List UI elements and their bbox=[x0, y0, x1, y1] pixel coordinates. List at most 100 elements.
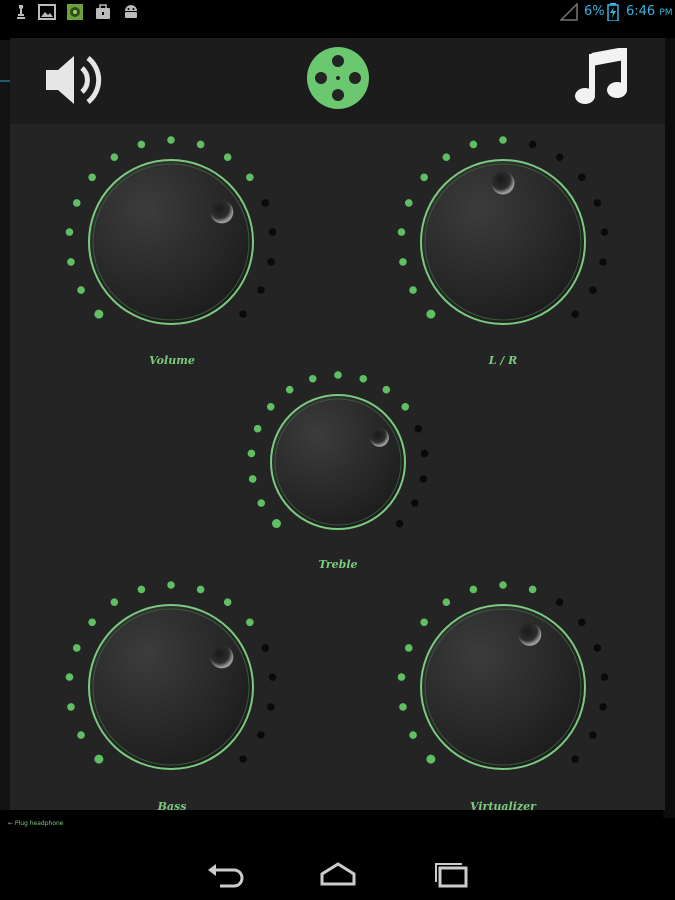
back-icon[interactable] bbox=[204, 858, 248, 890]
virtualizer-knob[interactable] bbox=[395, 579, 611, 795]
knob-pointer bbox=[518, 622, 542, 646]
led-dot bbox=[578, 173, 586, 182]
led-dot bbox=[257, 731, 265, 739]
briefcase-icon bbox=[96, 4, 110, 19]
led-dot bbox=[382, 385, 391, 394]
led-dot bbox=[267, 703, 275, 711]
led-dot bbox=[499, 581, 507, 589]
led-dot bbox=[167, 581, 175, 589]
speaker-icon[interactable] bbox=[44, 50, 110, 110]
led-dot bbox=[409, 286, 417, 294]
led-dot bbox=[65, 673, 74, 681]
equalizer-panel: Volume L / R Treble Bass Virtualizer bbox=[10, 38, 665, 813]
led-dot bbox=[77, 286, 85, 294]
led-dot bbox=[395, 519, 404, 528]
lr-balance-knob[interactable] bbox=[395, 134, 611, 350]
knob-pointer bbox=[210, 200, 234, 224]
led-dot bbox=[409, 731, 417, 739]
clock-time: 6:46 bbox=[626, 4, 656, 19]
led-dot bbox=[404, 199, 413, 207]
led-dot bbox=[65, 228, 74, 236]
led-dot bbox=[420, 449, 429, 458]
led-dot bbox=[285, 385, 294, 394]
led-dot bbox=[599, 258, 607, 266]
led-dot bbox=[257, 286, 265, 294]
led-dot bbox=[571, 755, 579, 763]
virtualizer-knob-graphic bbox=[397, 581, 609, 770]
panel-header bbox=[10, 38, 665, 124]
led-dot bbox=[499, 136, 507, 144]
led-dot bbox=[261, 644, 270, 652]
bass-knob-graphic bbox=[65, 581, 277, 770]
status-bar: 6% 6:46 PM bbox=[0, 0, 675, 24]
knob-body bbox=[270, 394, 406, 530]
led-dot bbox=[528, 140, 537, 149]
led-dot bbox=[397, 228, 406, 236]
knob-pointer bbox=[491, 171, 515, 195]
knob-pointer bbox=[370, 428, 389, 447]
led-dot bbox=[399, 703, 407, 711]
led-dot bbox=[599, 703, 607, 711]
led-dot bbox=[528, 585, 537, 594]
gallery-icon bbox=[38, 4, 56, 20]
led-dot bbox=[589, 731, 597, 739]
led-dot bbox=[334, 371, 342, 379]
knob-body bbox=[88, 604, 254, 770]
led-dot bbox=[419, 475, 428, 483]
led-dot bbox=[600, 673, 609, 681]
led-dot bbox=[253, 424, 262, 433]
knob-pointer bbox=[210, 645, 234, 669]
clock: 6:46 PM bbox=[626, 4, 673, 19]
battery-percent: 6% bbox=[584, 4, 605, 19]
led-dot bbox=[271, 519, 281, 529]
bass-knob[interactable] bbox=[63, 579, 279, 795]
led-dot bbox=[223, 153, 232, 161]
film-reel-icon[interactable] bbox=[306, 46, 370, 110]
led-dot bbox=[442, 153, 451, 161]
led-dot bbox=[414, 424, 423, 433]
led-dot bbox=[267, 258, 275, 266]
led-dot bbox=[261, 199, 270, 207]
led-dot bbox=[420, 173, 428, 182]
led-dot bbox=[72, 644, 81, 652]
navigation-bar bbox=[0, 848, 675, 900]
led-dot bbox=[137, 140, 146, 149]
led-dot bbox=[589, 286, 597, 294]
treble-label: Treble bbox=[318, 558, 358, 571]
app-icon bbox=[67, 4, 83, 20]
led-dot bbox=[223, 598, 232, 606]
led-dot bbox=[110, 598, 119, 606]
volume-label: Volume bbox=[149, 354, 195, 367]
led-dot bbox=[67, 703, 75, 711]
led-dot bbox=[248, 475, 257, 483]
led-dot bbox=[359, 374, 368, 383]
led-dot bbox=[555, 153, 564, 161]
led-dot bbox=[578, 618, 586, 627]
led-dot bbox=[401, 403, 410, 411]
music-note-icon[interactable] bbox=[574, 48, 630, 108]
volume-knob[interactable] bbox=[63, 134, 279, 350]
lr-label: L / R bbox=[488, 354, 518, 367]
signal-icon bbox=[560, 3, 578, 21]
treble-knob[interactable] bbox=[247, 371, 429, 550]
led-dot bbox=[110, 153, 119, 161]
led-dot bbox=[420, 618, 428, 627]
knob-body bbox=[420, 604, 586, 770]
led-dot bbox=[77, 731, 85, 739]
led-dot bbox=[410, 499, 419, 507]
led-dot bbox=[246, 173, 254, 182]
led-dot bbox=[308, 374, 317, 383]
home-icon[interactable] bbox=[316, 858, 360, 890]
led-dot bbox=[593, 199, 602, 207]
led-dot bbox=[268, 228, 277, 236]
led-dot bbox=[555, 598, 564, 606]
led-dot bbox=[94, 309, 104, 319]
treble-knob-graphic bbox=[247, 371, 429, 530]
led-dot bbox=[247, 449, 256, 458]
knob-body bbox=[88, 159, 254, 325]
led-dot bbox=[404, 644, 413, 652]
recent-apps-icon[interactable] bbox=[430, 858, 474, 890]
led-dot bbox=[167, 136, 175, 144]
led-dot bbox=[67, 258, 75, 266]
chess-icon bbox=[17, 5, 25, 19]
